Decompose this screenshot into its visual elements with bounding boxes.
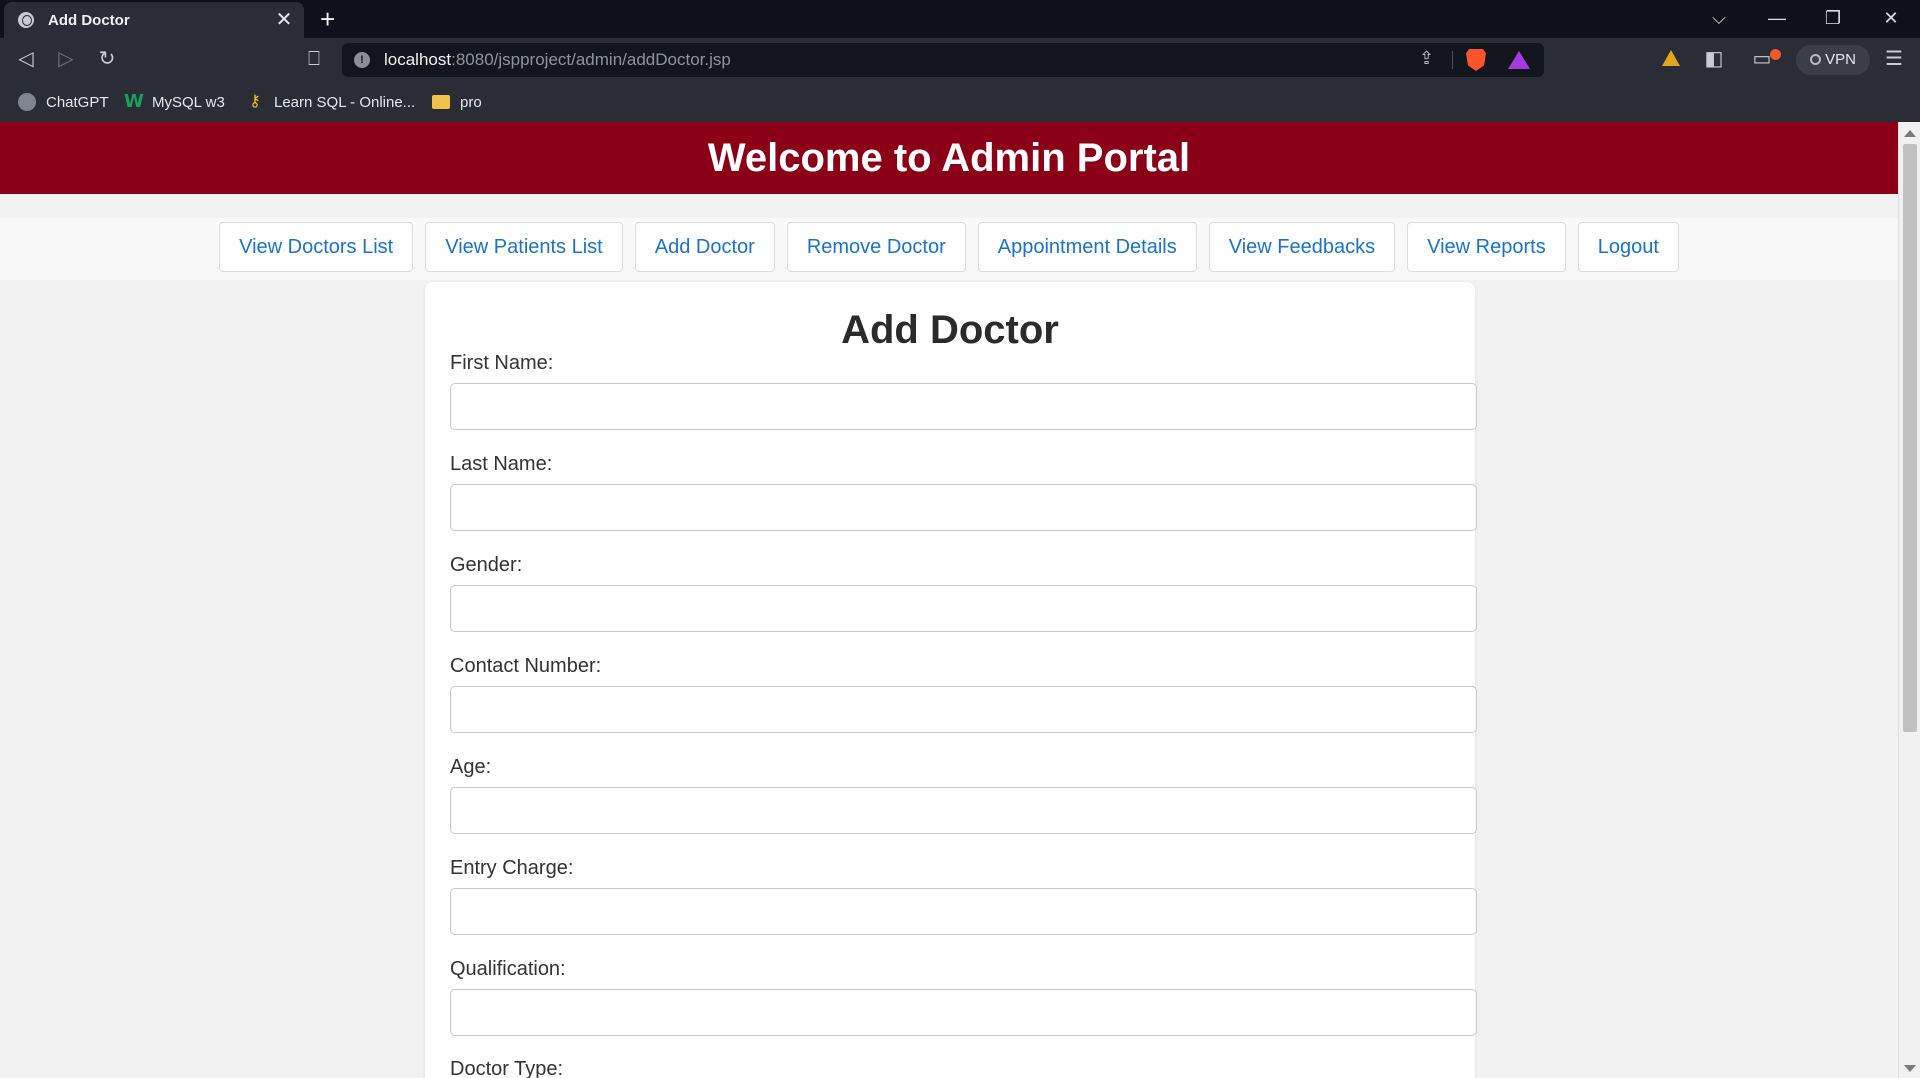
bookmark-label: MySQL w3 [152, 93, 225, 111]
last-name-input[interactable] [450, 484, 1477, 531]
nav-add-doctor[interactable]: Add Doctor [634, 222, 775, 272]
address-bar-divider [1452, 51, 1453, 69]
age-input[interactable] [450, 787, 1477, 834]
portal-header: Welcome to Admin Portal [0, 122, 1898, 194]
nav-view-reports[interactable]: View Reports [1407, 222, 1566, 272]
gender-input[interactable] [450, 585, 1477, 632]
key-icon: ⚷ [249, 93, 261, 110]
minimize-window-button[interactable]: — [1762, 6, 1792, 30]
scroll-down-icon[interactable] [1904, 1065, 1916, 1072]
menu-icon[interactable]: ☰ [1880, 46, 1908, 72]
bookmark-mysql-w3[interactable]: W MySQL w3 [124, 92, 225, 112]
page-viewport: Welcome to Admin Portal View Doctors Lis… [0, 122, 1898, 1078]
page-title: Welcome to Admin Portal [707, 136, 1191, 180]
warning-icon[interactable] [1662, 50, 1680, 66]
add-doctor-form: Add Doctor First Name: Last Name: Gender… [425, 282, 1477, 1078]
gender-label: Gender: [450, 554, 523, 576]
bookmark-label: ChatGPT [46, 93, 109, 111]
first-name-label: First Name: [450, 352, 554, 374]
restore-window-button[interactable]: ❐ [1818, 6, 1848, 30]
scroll-up-icon[interactable] [1904, 130, 1916, 137]
bookmark-folder-pro[interactable]: pro [432, 92, 482, 112]
admin-nav: View Doctors List View Patients List Add… [0, 218, 1898, 280]
globe-icon [18, 12, 34, 28]
site-info-icon[interactable]: ! [354, 52, 370, 68]
first-name-input[interactable] [450, 383, 1477, 430]
url-path: :8080/jspproject/admin/addDoctor.jsp [451, 50, 731, 69]
page-scrollbar[interactable] [1898, 122, 1920, 1078]
url-host: localhost [384, 50, 452, 69]
nav-view-patients-list[interactable]: View Patients List [425, 222, 623, 272]
bookmark-label: pro [460, 93, 482, 111]
bookmark-learn-sql[interactable]: ⚷ Learn SQL - Online... [246, 92, 415, 112]
folder-icon [432, 95, 450, 109]
doctor-type-label: Doctor Type: [450, 1058, 564, 1078]
nav-appointment-details[interactable]: Appointment Details [977, 222, 1197, 272]
form-title: Add Doctor [841, 308, 1059, 352]
chatgpt-icon [18, 93, 36, 111]
share-icon[interactable]: ⇪ [1419, 48, 1434, 69]
url-text[interactable]: localhost:8080/jspproject/admin/addDocto… [384, 50, 731, 70]
last-name-label: Last Name: [450, 453, 553, 475]
bookmark-icon[interactable]: ⎕ [300, 46, 328, 72]
nav-logout[interactable]: Logout [1577, 222, 1679, 272]
scrollbar-thumb[interactable] [1903, 144, 1917, 732]
back-icon[interactable]: ◁ [12, 46, 40, 72]
vpn-button[interactable]: VPN [1796, 45, 1870, 75]
vpn-label: VPN [1825, 51, 1856, 68]
sidebar-icon[interactable]: ◧ [1700, 46, 1728, 72]
qualification-input[interactable] [450, 989, 1477, 1036]
nav-view-doctors-list[interactable]: View Doctors List [219, 222, 414, 272]
new-tab-button[interactable]: + [320, 4, 335, 34]
vpn-status-icon [1810, 54, 1822, 65]
entry-charge-input[interactable] [450, 888, 1477, 935]
close-window-button[interactable]: ✕ [1876, 6, 1906, 30]
contact-number-input[interactable] [450, 686, 1477, 733]
notification-badge [1770, 49, 1781, 60]
browser-tab-strip: Add Doctor ✕ + ⌵ — ❐ ✕ [0, 0, 1920, 38]
qualification-label: Qualification: [450, 958, 566, 980]
entry-charge-label: Entry Charge: [450, 857, 574, 879]
contact-number-label: Contact Number: [450, 655, 602, 677]
nav-remove-doctor[interactable]: Remove Doctor [786, 222, 966, 272]
close-tab-icon[interactable]: ✕ [274, 10, 294, 30]
brave-rewards-icon[interactable] [1508, 51, 1530, 69]
nav-view-feedbacks[interactable]: View Feedbacks [1208, 222, 1396, 272]
address-bar[interactable]: ! localhost:8080/jspproject/admin/addDoc… [342, 43, 1544, 77]
tab-title: Add Doctor [48, 11, 130, 29]
reload-icon[interactable]: ↻ [93, 46, 121, 72]
bookmark-label: Learn SQL - Online... [274, 93, 416, 111]
browser-tab-active[interactable]: Add Doctor ✕ [4, 2, 304, 38]
w3schools-icon: W [124, 91, 144, 112]
brave-shields-icon[interactable] [1466, 49, 1486, 71]
bookmarks-bar: ChatGPT W MySQL w3 ⚷ Learn SQL - Online.… [0, 82, 1920, 122]
browser-toolbar: ◁ ▷ ↻ ⎕ ! localhost:8080/jspproject/admi… [0, 38, 1920, 82]
tab-search-dropdown-icon[interactable]: ⌵ [1704, 6, 1734, 30]
age-label: Age: [450, 756, 492, 778]
forward-icon[interactable]: ▷ [52, 46, 80, 72]
bookmark-chatgpt[interactable]: ChatGPT [18, 92, 109, 112]
